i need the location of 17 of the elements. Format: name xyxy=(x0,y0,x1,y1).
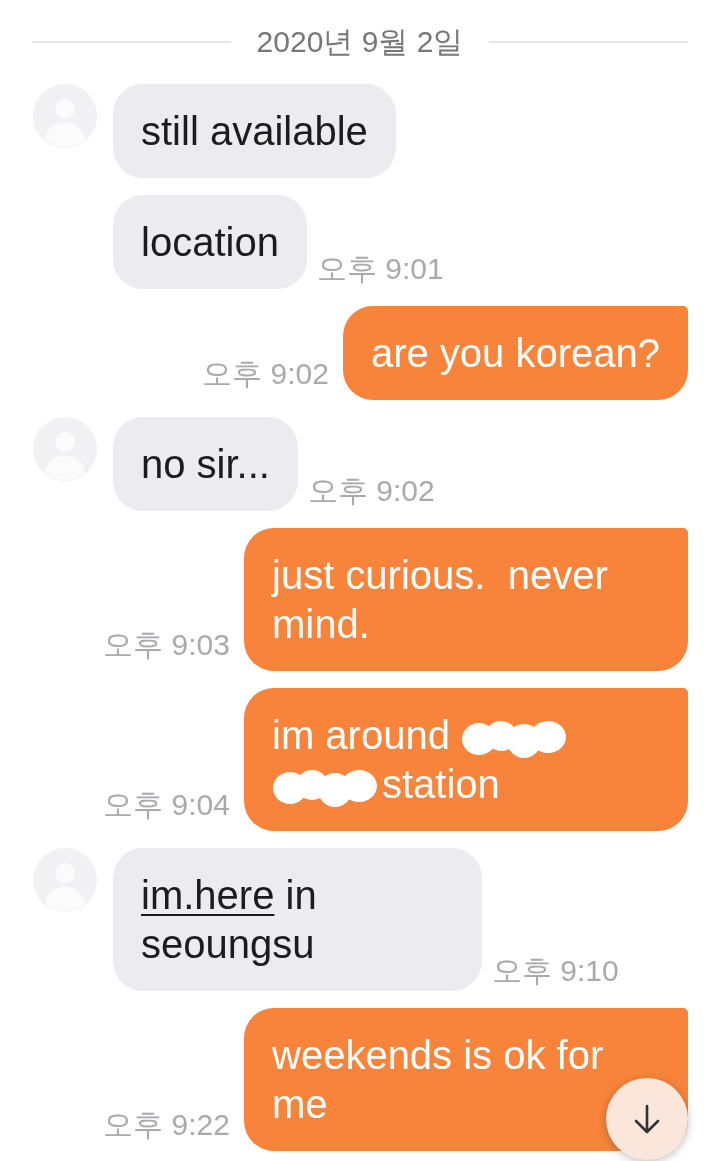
message-text: just curious. never mind. xyxy=(272,552,609,646)
message-time: 오후 9:10 xyxy=(492,953,619,989)
link[interactable]: im.here xyxy=(141,872,275,917)
message-text: still available xyxy=(141,108,368,153)
message-text: im.here in seoungsu xyxy=(141,872,318,966)
message-text: no sir... xyxy=(141,441,270,486)
message-time: 오후 9:22 xyxy=(103,1107,230,1143)
message-text: location xyxy=(141,219,279,264)
date-label: 2020년 9월 2일 xyxy=(256,24,464,60)
message-time: 오후 9:02 xyxy=(202,356,329,392)
message-time: 오후 9:03 xyxy=(103,627,230,663)
arrow-down-icon xyxy=(634,1104,660,1134)
message-time: 오후 9:02 xyxy=(307,473,435,509)
message-time: 오후 9:04 xyxy=(103,787,230,823)
message-text: weekends is ok for me xyxy=(272,1032,605,1126)
message-time: 오후 9:01 xyxy=(316,251,444,287)
message-text: are you korean? xyxy=(370,330,660,375)
